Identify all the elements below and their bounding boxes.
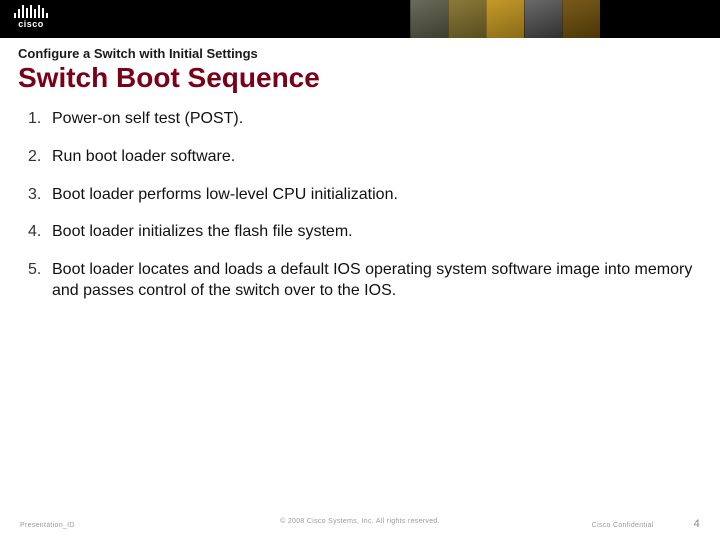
step-text: Power-on self test (POST). bbox=[52, 108, 243, 130]
header-photo-strip bbox=[410, 0, 600, 38]
step-text: Run boot loader software. bbox=[52, 146, 235, 168]
boot-sequence-list: Power-on self test (POST). Run boot load… bbox=[28, 108, 698, 302]
slide: cisco Configure a Switch with Initial Se… bbox=[0, 0, 720, 540]
slide-header: Configure a Switch with Initial Settings… bbox=[0, 38, 720, 104]
slide-footer: Presentation_ID © 2008 Cisco Systems, In… bbox=[0, 518, 720, 530]
list-item: Boot loader initializes the flash file s… bbox=[28, 221, 698, 243]
copyright: © 2008 Cisco Systems, Inc. All rights re… bbox=[280, 518, 440, 525]
presentation-id: Presentation_ID bbox=[20, 522, 75, 529]
step-text: Boot loader initializes the flash file s… bbox=[52, 221, 353, 243]
list-item: Boot loader locates and loads a default … bbox=[28, 259, 698, 302]
page-number: 4 bbox=[694, 518, 700, 530]
cisco-logo: cisco bbox=[14, 4, 48, 29]
top-bar: cisco bbox=[0, 0, 720, 38]
step-text: Boot loader performs low-level CPU initi… bbox=[52, 184, 398, 206]
step-text: Boot loader locates and loads a default … bbox=[52, 259, 698, 302]
list-item: Power-on self test (POST). bbox=[28, 108, 698, 130]
slide-body: Power-on self test (POST). Run boot load… bbox=[0, 104, 720, 318]
section-kicker: Configure a Switch with Initial Settings bbox=[18, 46, 702, 61]
list-item: Boot loader performs low-level CPU initi… bbox=[28, 184, 698, 206]
confidential-label: Cisco Confidential bbox=[592, 522, 654, 529]
logo-bars-icon bbox=[14, 4, 48, 18]
list-item: Run boot loader software. bbox=[28, 146, 698, 168]
slide-title: Switch Boot Sequence bbox=[18, 63, 702, 92]
logo-text: cisco bbox=[18, 19, 44, 29]
